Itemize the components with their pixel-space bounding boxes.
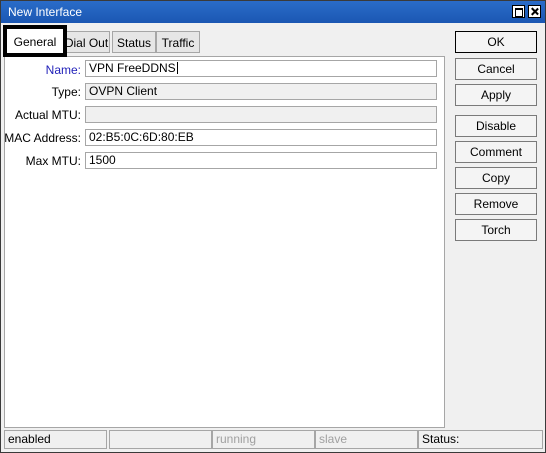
apply-button[interactable]: Apply (455, 84, 537, 106)
name-label: Name: (45, 63, 81, 77)
name-value: VPN FreeDDNS (89, 61, 176, 75)
close-icon[interactable] (528, 5, 541, 18)
mac-address-field[interactable]: 02:B5:0C:6D:80:EB (85, 129, 437, 146)
new-interface-window: New Interface General Dial Out Status Tr… (0, 0, 546, 453)
tab-status[interactable]: Status (112, 31, 156, 53)
remove-button[interactable]: Remove (455, 193, 537, 215)
cancel-button[interactable]: Cancel (455, 58, 537, 80)
tab-dial-out[interactable]: Dial Out (63, 31, 110, 53)
window-title: New Interface (8, 5, 83, 19)
comment-button[interactable]: Comment (455, 141, 537, 163)
disable-button[interactable]: Disable (455, 115, 537, 137)
status-bar: enabled running slave Status: (4, 430, 544, 449)
torch-button[interactable]: Torch (455, 219, 537, 241)
copy-button[interactable]: Copy (455, 167, 537, 189)
status-enabled: enabled (4, 430, 107, 449)
status-running: running (212, 430, 315, 449)
text-caret (176, 62, 178, 74)
ok-button[interactable]: OK (455, 31, 537, 53)
mac-address-label: MAC Address: (4, 131, 81, 145)
max-mtu-label: Max MTU: (25, 154, 81, 168)
status-slave: slave (315, 430, 418, 449)
type-label: Type: (51, 85, 81, 99)
name-field[interactable]: VPN FreeDDNS (85, 60, 437, 77)
status-empty (109, 430, 212, 449)
status-text: Status: (418, 430, 543, 449)
actual-mtu-label: Actual MTU: (14, 108, 81, 122)
max-mtu-field[interactable]: 1500 (85, 152, 437, 169)
type-field: OVPN Client (85, 83, 437, 100)
tab-traffic[interactable]: Traffic (156, 31, 200, 53)
maximize-icon[interactable] (512, 5, 525, 18)
tab-general[interactable]: General (3, 25, 67, 57)
title-bar[interactable]: New Interface (1, 1, 545, 23)
actual-mtu-field (85, 106, 437, 123)
